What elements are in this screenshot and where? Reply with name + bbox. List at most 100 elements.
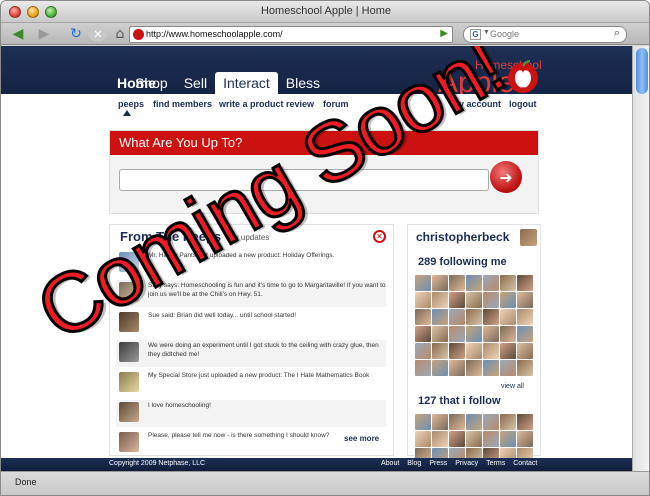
member-thumbnail[interactable] — [500, 414, 516, 430]
footer-link-privacy[interactable]: Privacy — [455, 460, 478, 467]
see-more-link[interactable]: see more — [344, 434, 379, 443]
member-thumbnail[interactable] — [449, 309, 465, 325]
search-field[interactable]: G ▼ Google ⌕ — [463, 26, 627, 43]
member-thumbnail[interactable] — [466, 431, 482, 447]
member-thumbnail[interactable] — [483, 414, 499, 430]
following-count[interactable]: 127 that i follow — [418, 395, 501, 407]
title-bar: Homeschool Apple | Home — [1, 1, 649, 23]
subnav-peeps[interactable]: peeps — [118, 99, 144, 109]
footer-link-contact[interactable]: Contact — [513, 460, 537, 467]
member-thumbnail[interactable] — [517, 431, 533, 447]
avatar[interactable] — [119, 432, 139, 452]
go-arrow-icon[interactable]: ▶ — [440, 28, 448, 39]
member-thumbnail[interactable] — [466, 292, 482, 308]
member-thumbnail[interactable] — [466, 343, 482, 359]
footer-link-about[interactable]: About — [381, 460, 399, 467]
member-thumbnail[interactable] — [500, 343, 516, 359]
member-thumbnail[interactable] — [449, 326, 465, 342]
member-thumbnail[interactable] — [517, 292, 533, 308]
member-thumbnail[interactable] — [449, 275, 465, 291]
avatar[interactable] — [119, 402, 139, 422]
member-thumbnail[interactable] — [432, 326, 448, 342]
member-thumbnail[interactable] — [483, 326, 499, 342]
member-thumbnail[interactable] — [415, 309, 431, 325]
nav-bless[interactable]: Bless — [278, 72, 328, 94]
member-thumbnail[interactable] — [483, 309, 499, 325]
member-thumbnail[interactable] — [415, 326, 431, 342]
member-thumbnail[interactable] — [500, 360, 516, 376]
subnav-find-members[interactable]: find members — [153, 99, 212, 109]
member-thumbnail[interactable] — [415, 275, 431, 291]
username[interactable]: christopherbeck — [416, 230, 509, 244]
member-thumbnail[interactable] — [517, 414, 533, 430]
avatar[interactable] — [119, 342, 139, 362]
avatar[interactable] — [520, 229, 537, 246]
member-thumbnail[interactable] — [432, 292, 448, 308]
member-thumbnail[interactable] — [432, 275, 448, 291]
member-thumbnail[interactable] — [517, 343, 533, 359]
member-thumbnail[interactable] — [415, 414, 431, 430]
member-thumbnail[interactable] — [466, 414, 482, 430]
footer-link-terms[interactable]: Terms — [486, 460, 505, 467]
main-nav: Home Shop Sell Interact Bless — [109, 72, 328, 94]
scrollbar-thumb[interactable] — [636, 48, 648, 94]
member-thumbnail[interactable] — [415, 360, 431, 376]
member-thumbnail[interactable] — [517, 275, 533, 291]
view-all-followers-link[interactable]: view all — [501, 383, 524, 390]
submit-status-button[interactable]: ➜ — [490, 161, 522, 193]
avatar[interactable] — [119, 372, 139, 392]
member-thumbnail[interactable] — [500, 309, 516, 325]
member-thumbnail[interactable] — [500, 292, 516, 308]
footer-link-press[interactable]: Press — [429, 460, 447, 467]
member-thumbnail[interactable] — [466, 275, 482, 291]
member-thumbnail[interactable] — [466, 326, 482, 342]
member-thumbnail[interactable] — [415, 292, 431, 308]
followers-count[interactable]: 289 following me — [418, 256, 507, 268]
vertical-scrollbar[interactable] — [632, 46, 649, 471]
member-thumbnail[interactable] — [500, 326, 516, 342]
member-thumbnail[interactable] — [449, 414, 465, 430]
member-thumbnail[interactable] — [483, 292, 499, 308]
nav-home[interactable]: Home — [109, 72, 156, 94]
member-thumbnail[interactable] — [432, 414, 448, 430]
close-icon[interactable]: ✕ — [373, 230, 386, 243]
footer-link-blog[interactable]: Blog — [407, 460, 421, 467]
reload-icon[interactable]: ↻ — [67, 26, 85, 42]
address-bar[interactable]: http://www.homeschoolapple.com/ ▶ — [129, 26, 453, 43]
member-thumbnail[interactable] — [432, 343, 448, 359]
member-thumbnail[interactable] — [483, 431, 499, 447]
member-thumbnail[interactable] — [466, 309, 482, 325]
member-thumbnail[interactable] — [449, 431, 465, 447]
subnav-write-review[interactable]: write a product review — [219, 99, 314, 109]
nav-interact[interactable]: Interact — [215, 72, 278, 94]
forward-arrow-icon[interactable]: ▶ — [33, 26, 55, 42]
member-thumbnail[interactable] — [483, 343, 499, 359]
nav-sell[interactable]: Sell — [176, 72, 215, 94]
member-thumbnail[interactable] — [517, 326, 533, 342]
feed-item-text: Sue said: Brian did well today... until … — [148, 312, 297, 319]
member-thumbnail[interactable] — [517, 309, 533, 325]
nav-shop[interactable]: Shop — [127, 72, 176, 94]
member-thumbnail[interactable] — [449, 292, 465, 308]
member-thumbnail[interactable] — [517, 360, 533, 376]
search-icon[interactable]: ⌕ — [614, 27, 620, 40]
status-text: Done — [15, 477, 37, 487]
back-arrow-icon[interactable]: ◀ — [7, 26, 29, 42]
chevron-down-icon[interactable]: ▼ — [483, 29, 490, 36]
member-thumbnail[interactable] — [449, 360, 465, 376]
user-panel: christopherbeck 289 following me view al… — [407, 224, 541, 471]
stop-icon[interactable]: ✕ — [89, 26, 107, 42]
member-thumbnail[interactable] — [483, 360, 499, 376]
home-icon[interactable]: ⌂ — [111, 26, 129, 42]
member-thumbnail[interactable] — [449, 343, 465, 359]
member-thumbnail[interactable] — [432, 360, 448, 376]
member-thumbnail[interactable] — [483, 275, 499, 291]
footer-links: About Blog Press Privacy Terms Contact — [381, 460, 537, 467]
member-thumbnail[interactable] — [500, 431, 516, 447]
member-thumbnail[interactable] — [415, 343, 431, 359]
member-thumbnail[interactable] — [415, 431, 431, 447]
member-thumbnail[interactable] — [432, 431, 448, 447]
member-thumbnail[interactable] — [466, 360, 482, 376]
member-thumbnail[interactable] — [500, 275, 516, 291]
member-thumbnail[interactable] — [432, 309, 448, 325]
